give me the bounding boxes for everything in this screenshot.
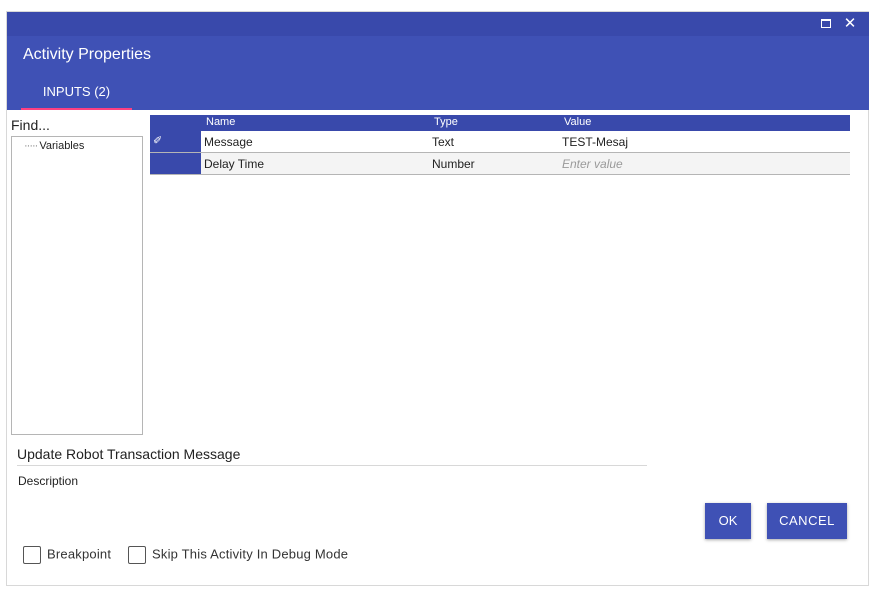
activity-properties-dialog: ✕ Activity Properties INPUTS (2) Find...… [6,11,869,586]
tab-active-indicator [21,108,132,110]
row-value-input[interactable]: Enter value [562,157,623,171]
title-bar: ✕ [7,12,869,36]
close-icon: ✕ [843,15,857,32]
tab-inputs-label: INPUTS (2) [42,84,111,99]
row-indicator[interactable]: ✐ [150,131,201,152]
row-type: Number [432,157,475,171]
row-value-input[interactable]: TEST-Mesaj [562,135,628,149]
table-row[interactable]: Delay Time Number Enter value [150,153,850,175]
skip-in-debug-checkbox[interactable]: Skip This Activity In Debug Mode [128,546,348,564]
dialog-header: Activity Properties INPUTS (2) [7,36,869,110]
ok-button[interactable]: OK [705,503,751,539]
checkbox-box[interactable] [128,546,146,564]
column-header-value[interactable]: Value [564,116,591,128]
row-type: Text [432,135,455,149]
column-header-type[interactable]: Type [434,116,458,128]
inputs-grid: Name Type Value ✐ Message Text TEST-Mesa… [150,115,850,175]
tree-item-variables[interactable]: ····· Variables [24,140,84,152]
maximize-button[interactable] [817,15,835,33]
breakpoint-label: Breakpoint [47,546,112,562]
activity-title-field[interactable]: Update Robot Transaction Message [17,446,240,462]
breakpoint-checkbox[interactable]: Breakpoint [23,546,111,564]
find-label[interactable]: Find... [11,117,50,133]
column-header-name[interactable]: Name [206,116,235,128]
row-indicator[interactable] [150,153,201,174]
variables-tree[interactable]: ····· Variables [11,136,143,435]
grid-header: Name Type Value [150,115,850,131]
description-field[interactable]: Description [18,474,78,488]
table-row[interactable]: ✐ Message Text TEST-Mesaj [150,131,850,153]
checkbox-box[interactable] [23,546,41,564]
tab-inputs[interactable]: INPUTS (2) [21,78,132,110]
maximize-icon [821,19,831,28]
activity-title-underline [17,465,647,466]
tree-item-label: Variables [39,140,85,152]
row-name: Delay Time [204,157,265,171]
close-button[interactable]: ✕ [841,15,859,33]
edit-pencil-icon: ✐ [153,135,163,147]
dialog-title: Activity Properties [23,46,152,63]
cancel-button[interactable]: CANCEL [767,503,847,539]
skip-in-debug-label: Skip This Activity In Debug Mode [152,546,349,562]
tree-connector: ····· [24,140,38,152]
row-name: Message [204,135,253,149]
